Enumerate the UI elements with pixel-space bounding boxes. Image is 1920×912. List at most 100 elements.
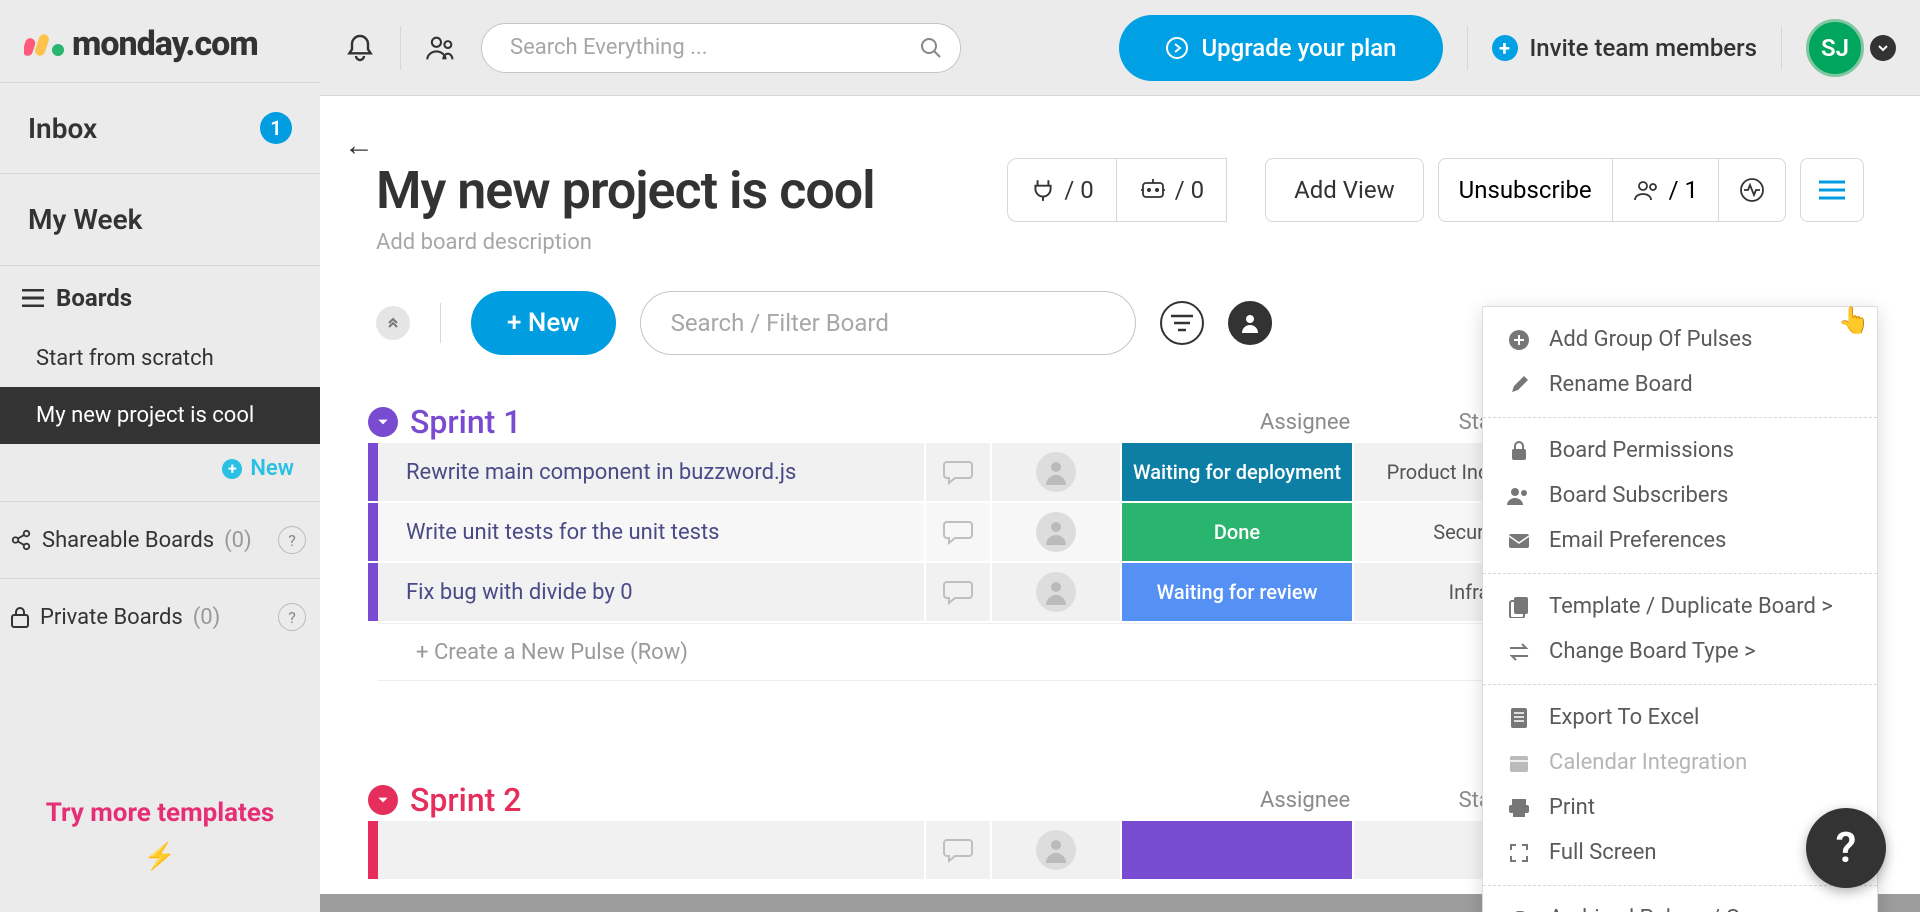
add-view-button[interactable]: Add View (1265, 158, 1424, 222)
collapse-button[interactable] (376, 306, 410, 340)
people-icon (1633, 179, 1661, 201)
filter-input[interactable] (640, 291, 1136, 355)
avatar: SJ (1806, 19, 1864, 77)
cloud-icon (1507, 907, 1531, 912)
collapse-icon (385, 315, 401, 331)
shareable-boards[interactable]: Shareable Boards (0) ? (0, 501, 320, 578)
boards-label: Boards (56, 284, 132, 312)
chat-icon[interactable] (926, 821, 992, 879)
menu-item[interactable]: Calendar Integration (1483, 740, 1877, 785)
col-assignee[interactable]: Assignee (1240, 788, 1370, 813)
filter-icon (1171, 314, 1193, 332)
search-wrap (481, 23, 961, 73)
try-templates-button[interactable]: Try more templates (46, 798, 275, 828)
menu-item[interactable]: Archived Pulses / Groups (1483, 896, 1877, 912)
pulse-name[interactable]: Fix bug with divide by 0 (378, 563, 926, 621)
avatar-menu[interactable]: SJ (1806, 19, 1896, 77)
private-boards[interactable]: Private Boards (0) ? (0, 578, 320, 655)
chat-icon[interactable] (926, 563, 992, 621)
shareable-label: Shareable Boards (42, 528, 214, 553)
search-input[interactable] (481, 23, 961, 73)
col-assignee[interactable]: Assignee (1240, 410, 1370, 435)
board-description[interactable]: Add board description (376, 230, 1864, 255)
plug-icon (1030, 177, 1056, 203)
robot-counter[interactable]: / 0 (1117, 158, 1227, 222)
status-cell[interactable]: Waiting for deployment (1122, 443, 1354, 501)
status-cell[interactable]: Done (1122, 503, 1354, 561)
bell-icon[interactable] (344, 32, 376, 64)
hamburger-icon (1819, 180, 1845, 200)
help-bubble[interactable]: ? (1806, 808, 1886, 888)
assignee-cell[interactable] (992, 503, 1122, 561)
status-cell[interactable] (1122, 821, 1354, 879)
board-title[interactable]: My new project is cool (376, 160, 875, 221)
shareable-count: (0) (224, 528, 252, 553)
boards-header[interactable]: Boards (0, 266, 320, 330)
logo-text: monday.com (72, 24, 258, 64)
status-cell[interactable]: Waiting for review (1122, 563, 1354, 621)
group-collapse-toggle[interactable] (368, 407, 398, 437)
unsubscribe-button[interactable]: Unsubscribe (1439, 159, 1613, 221)
new-pulse-button[interactable]: + New (471, 291, 616, 355)
chevron-down-icon (1870, 35, 1896, 61)
sidebar: monday.com Inbox 1 My Week Boards Start … (0, 0, 320, 912)
pulse-name[interactable]: Write unit tests for the unit tests (378, 503, 926, 561)
nav-inbox-label: Inbox (28, 112, 97, 145)
board-menu-button[interactable] (1800, 158, 1864, 222)
board-item-active[interactable]: My new project is cool (0, 387, 320, 444)
hamburger-icon (22, 289, 44, 307)
help-icon[interactable]: ? (278, 526, 306, 554)
new-board-label: New (250, 456, 294, 481)
nav-myweek[interactable]: My Week (0, 174, 320, 266)
group-title[interactable]: Sprint 2 (410, 781, 521, 819)
chat-icon[interactable] (926, 443, 992, 501)
new-board-button[interactable]: + New (0, 444, 320, 501)
copy-icon (1507, 595, 1531, 619)
upgrade-button[interactable]: Upgrade your plan (1119, 15, 1442, 81)
group-title[interactable]: Sprint 1 (410, 403, 521, 441)
subscribe-box: Unsubscribe / 1 (1438, 158, 1786, 222)
print-icon (1507, 796, 1531, 820)
sheet-icon (1507, 706, 1531, 730)
inbox-badge: 1 (260, 112, 292, 144)
upgrade-label: Upgrade your plan (1201, 34, 1396, 62)
help-icon[interactable]: ? (278, 603, 306, 631)
chat-icon[interactable] (926, 503, 992, 561)
logo[interactable]: monday.com (0, 0, 320, 82)
people-icon (1507, 484, 1531, 508)
board-item[interactable]: Start from scratch (0, 330, 320, 387)
group-collapse-toggle[interactable] (368, 785, 398, 815)
invite-button[interactable]: + Invite team members (1492, 34, 1758, 62)
plus-icon: + (222, 459, 242, 479)
menu-item[interactable]: Template / Duplicate Board > (1483, 584, 1877, 629)
pulse-name[interactable]: Rewrite main component in buzzword.js (378, 443, 926, 501)
filter-button[interactable] (1160, 301, 1204, 345)
menu-item[interactable]: Rename Board (1483, 362, 1877, 407)
person-filter-button[interactable] (1228, 301, 1272, 345)
logo-icon (24, 30, 64, 58)
pulse-name[interactable] (378, 821, 926, 879)
nav-inbox[interactable]: Inbox 1 (0, 82, 320, 174)
members-count[interactable]: / 1 (1613, 159, 1719, 221)
menu-item[interactable]: Board Permissions (1483, 428, 1877, 473)
assignee-cell[interactable] (992, 821, 1122, 879)
menu-item[interactable]: Change Board Type > (1483, 629, 1877, 674)
invite-label: Invite team members (1530, 34, 1758, 62)
back-arrow-icon[interactable]: ← (344, 128, 374, 163)
menu-item[interactable]: Board Subscribers (1483, 473, 1877, 518)
arrow-circle-icon (1165, 36, 1189, 60)
assignee-cell[interactable] (992, 563, 1122, 621)
search-icon (919, 36, 943, 60)
menu-item[interactable]: Email Preferences (1483, 518, 1877, 563)
plug-counter[interactable]: / 0 (1007, 158, 1116, 222)
mail-icon (1507, 529, 1531, 553)
menu-item[interactable]: Add Group Of Pulses (1483, 317, 1877, 362)
assignee-cell[interactable] (992, 443, 1122, 501)
bolt-icon[interactable]: ⚡ (0, 842, 320, 872)
board-list: Start from scratch My new project is coo… (0, 330, 320, 444)
plus-icon: + (1492, 35, 1518, 61)
private-count: (0) (193, 605, 221, 630)
activity-button[interactable] (1719, 159, 1785, 221)
menu-item[interactable]: Export To Excel (1483, 695, 1877, 740)
people-icon[interactable] (425, 32, 457, 64)
